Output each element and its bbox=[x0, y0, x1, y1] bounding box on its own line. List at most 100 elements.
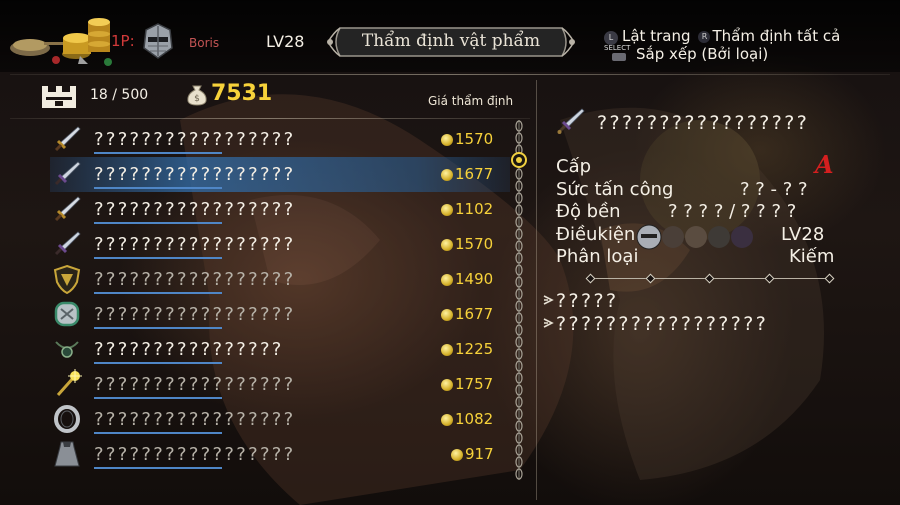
item-row[interactable]: ????????????????? 1102 bbox=[50, 192, 510, 227]
effect-text: ????????????????? bbox=[556, 313, 769, 335]
item-row[interactable]: ????????????????? 1570 bbox=[50, 122, 510, 157]
l-button-icon: L bbox=[604, 31, 618, 45]
item-name-underline bbox=[94, 292, 222, 294]
item-name-underline bbox=[94, 467, 222, 469]
inventory-count: 18 / 500 bbox=[90, 87, 149, 103]
category-value: Kiếm bbox=[789, 246, 835, 267]
item-name-underline bbox=[94, 152, 222, 154]
panel-divider bbox=[536, 80, 537, 500]
sword-icon bbox=[54, 196, 81, 222]
gold-coin-icon bbox=[441, 204, 453, 216]
sword-icon bbox=[54, 126, 81, 152]
divider-top bbox=[10, 74, 890, 75]
item-row[interactable]: ???????????????? 1225 bbox=[50, 332, 510, 367]
gold-coin-icon bbox=[441, 274, 453, 286]
game-screen: 1P: Boris LV28 Thẩm định vật phẩm L Lật t… bbox=[0, 0, 900, 505]
item-row[interactable]: ????????????????? 1677 bbox=[50, 297, 510, 332]
staff-icon bbox=[56, 369, 82, 396]
gold-coin-icon bbox=[441, 379, 453, 391]
item-list: ????????????????? 1570????????????????? 16… bbox=[50, 122, 510, 472]
durability-label: Độ bền bbox=[556, 201, 621, 222]
gold-coin-icon bbox=[441, 414, 453, 426]
hint-row-bottom: SELECT Sắp xếp (Bởi loại) bbox=[604, 44, 768, 63]
chain-scrollbar[interactable] bbox=[511, 120, 527, 480]
item-name-underline bbox=[94, 257, 222, 259]
item-name: ????????????????? bbox=[94, 164, 296, 185]
effect-bullet-icon bbox=[543, 318, 554, 328]
item-name-underline bbox=[94, 187, 222, 189]
item-row[interactable]: ????????????????? 1570 bbox=[50, 227, 510, 262]
item-row[interactable]: ????????????????? 917 bbox=[50, 437, 510, 472]
item-row[interactable]: ????????????????? 1757 bbox=[50, 367, 510, 402]
item-name: ????????????????? bbox=[94, 234, 296, 255]
item-price: 1757 bbox=[455, 375, 494, 393]
hint-appraise-all[interactable]: Thẩm định tất cả bbox=[712, 27, 840, 45]
player-tag: 1P: bbox=[111, 32, 135, 50]
item-name: ????????????????? bbox=[94, 199, 296, 220]
effect-row: ????? bbox=[542, 290, 618, 312]
item-name-underline bbox=[94, 222, 222, 224]
r-button-icon: R bbox=[698, 31, 711, 43]
select-button-icon: SELECT bbox=[604, 44, 630, 62]
item-name: ????????????????? bbox=[94, 304, 296, 325]
shield-icon bbox=[53, 264, 81, 294]
category-label: Phân loại bbox=[556, 246, 639, 267]
gold-coin-icon bbox=[441, 134, 453, 146]
item-name: ????????????????? bbox=[94, 269, 296, 290]
effect-bullet-icon bbox=[543, 295, 554, 305]
item-name: ????????????????? bbox=[94, 444, 296, 465]
item-name-underline bbox=[94, 397, 222, 399]
screen-title-plate: Thẩm định vật phẩm bbox=[326, 22, 576, 62]
item-price: 1082 bbox=[455, 410, 494, 428]
screen-title: Thẩm định vật phẩm bbox=[361, 31, 541, 51]
class-portraits-icon bbox=[636, 224, 753, 250]
effect-text: ????? bbox=[556, 290, 619, 312]
requirement-label: Điềukiện bbox=[556, 224, 636, 245]
amulet-icon bbox=[55, 341, 79, 358]
item-row[interactable]: ????????????????? 1677 bbox=[50, 157, 510, 192]
attack-label: Sức tấn công bbox=[556, 179, 674, 200]
item-name: ????????????????? bbox=[94, 409, 296, 430]
item-price: 1490 bbox=[455, 270, 494, 288]
item-price: 1570 bbox=[455, 130, 494, 148]
item-price: 1677 bbox=[455, 305, 494, 323]
item-name: ???????????????? bbox=[94, 339, 284, 360]
player-level: LV28 bbox=[266, 32, 305, 51]
divider-list-top bbox=[10, 118, 530, 119]
grade-label: Cấp bbox=[556, 156, 592, 177]
top-bar: 1P: Boris LV28 Thẩm định vật phẩm L Lật t… bbox=[0, 0, 900, 72]
ring-icon bbox=[54, 405, 80, 433]
gold-coin-icon bbox=[441, 169, 453, 181]
hint-page-flip[interactable]: Lật trang bbox=[622, 27, 690, 45]
gauntlet-icon bbox=[54, 301, 80, 327]
item-name-underline bbox=[94, 362, 222, 364]
requirement-value: LV28 bbox=[781, 224, 825, 245]
effect-row: ????????????????? bbox=[542, 313, 768, 335]
attack-value: ? ? - ? ? bbox=[740, 179, 808, 200]
detail-dagger-icon bbox=[557, 108, 585, 134]
hint-row-top: L Lật trang R Thẩm định tất cả bbox=[604, 27, 840, 45]
knight-helmet-avatar bbox=[143, 23, 173, 59]
item-row[interactable]: ????????????????? 1490 bbox=[50, 262, 510, 297]
gold-coin-icon bbox=[441, 239, 453, 251]
item-name-underline bbox=[94, 432, 222, 434]
money-bag-icon: $ bbox=[187, 85, 207, 106]
item-price: 1677 bbox=[455, 165, 494, 183]
dagger-icon bbox=[54, 161, 81, 186]
item-name: ????????????????? bbox=[94, 374, 296, 395]
svg-text:$: $ bbox=[194, 94, 200, 104]
hint-sort[interactable]: Sắp xếp (Bởi loại) bbox=[636, 45, 768, 63]
price-column-header: Giá thẩm định bbox=[428, 94, 514, 108]
grade-value: A bbox=[815, 150, 834, 179]
treasure-pile-icon bbox=[10, 18, 112, 66]
inventory-chest-icon bbox=[42, 86, 76, 108]
gold-coin-icon bbox=[451, 449, 463, 461]
durability-value: ? ? ? ? / ? ? ? ? bbox=[668, 201, 797, 222]
item-row[interactable]: ????????????????? 1082 bbox=[50, 402, 510, 437]
item-price: 1102 bbox=[455, 200, 494, 218]
item-price: 1225 bbox=[455, 340, 494, 358]
gold-coin-icon bbox=[441, 344, 453, 356]
item-price: 1570 bbox=[455, 235, 494, 253]
gold-total: 7531 bbox=[211, 81, 273, 106]
gold-coin-icon bbox=[441, 309, 453, 321]
